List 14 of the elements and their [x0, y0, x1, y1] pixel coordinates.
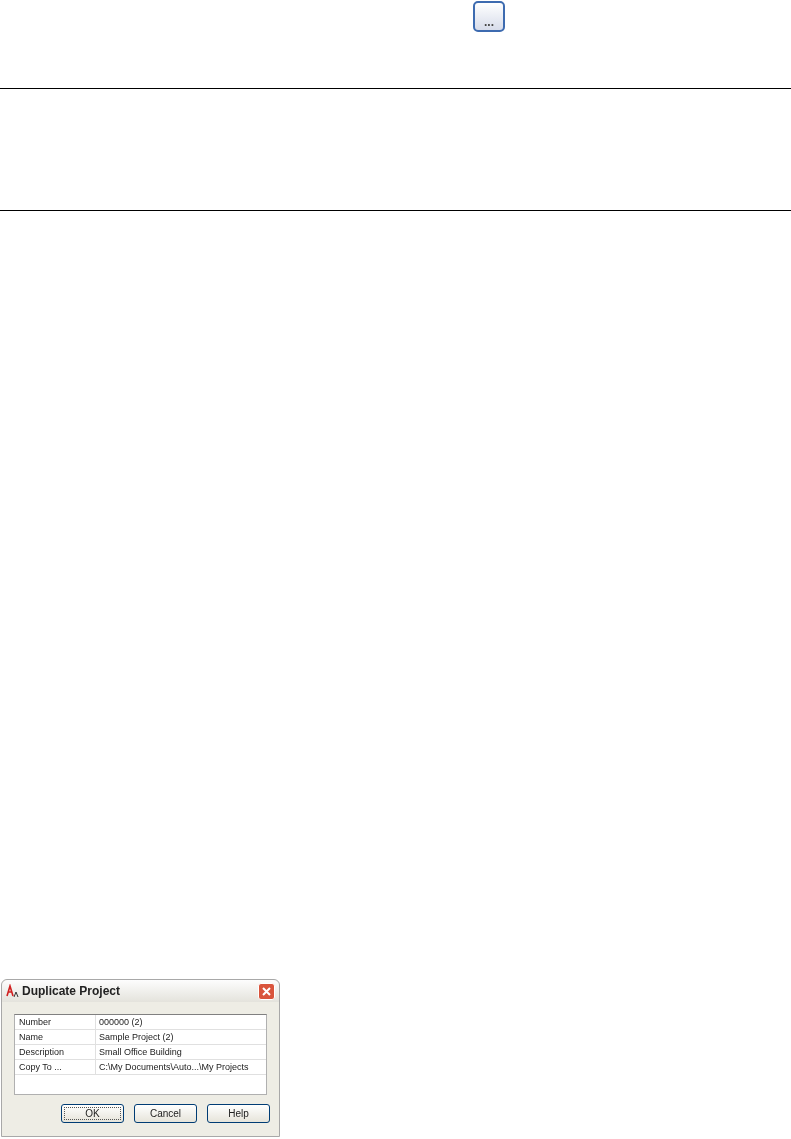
app-logo-icon — [6, 984, 20, 998]
property-label: Copy To ... — [15, 1060, 96, 1074]
property-label: Description — [15, 1045, 96, 1059]
property-label: Number — [15, 1015, 96, 1029]
property-value[interactable]: Sample Project (2) — [96, 1030, 174, 1044]
window-title: Duplicate Project — [22, 983, 121, 1000]
property-value[interactable]: C:\My Documents\Auto...\My Projects — [96, 1060, 249, 1074]
dialog-button[interactable]: OK — [61, 1104, 124, 1123]
property-value[interactable]: Small Office Building — [96, 1045, 182, 1059]
dialog-button[interactable]: Cancel — [134, 1104, 197, 1123]
dialog-button[interactable]: Help — [207, 1104, 270, 1123]
browse-button[interactable]: ... — [473, 1, 505, 32]
property-label: Name — [15, 1030, 96, 1044]
property-value[interactable]: 000000 (2) — [96, 1015, 143, 1029]
